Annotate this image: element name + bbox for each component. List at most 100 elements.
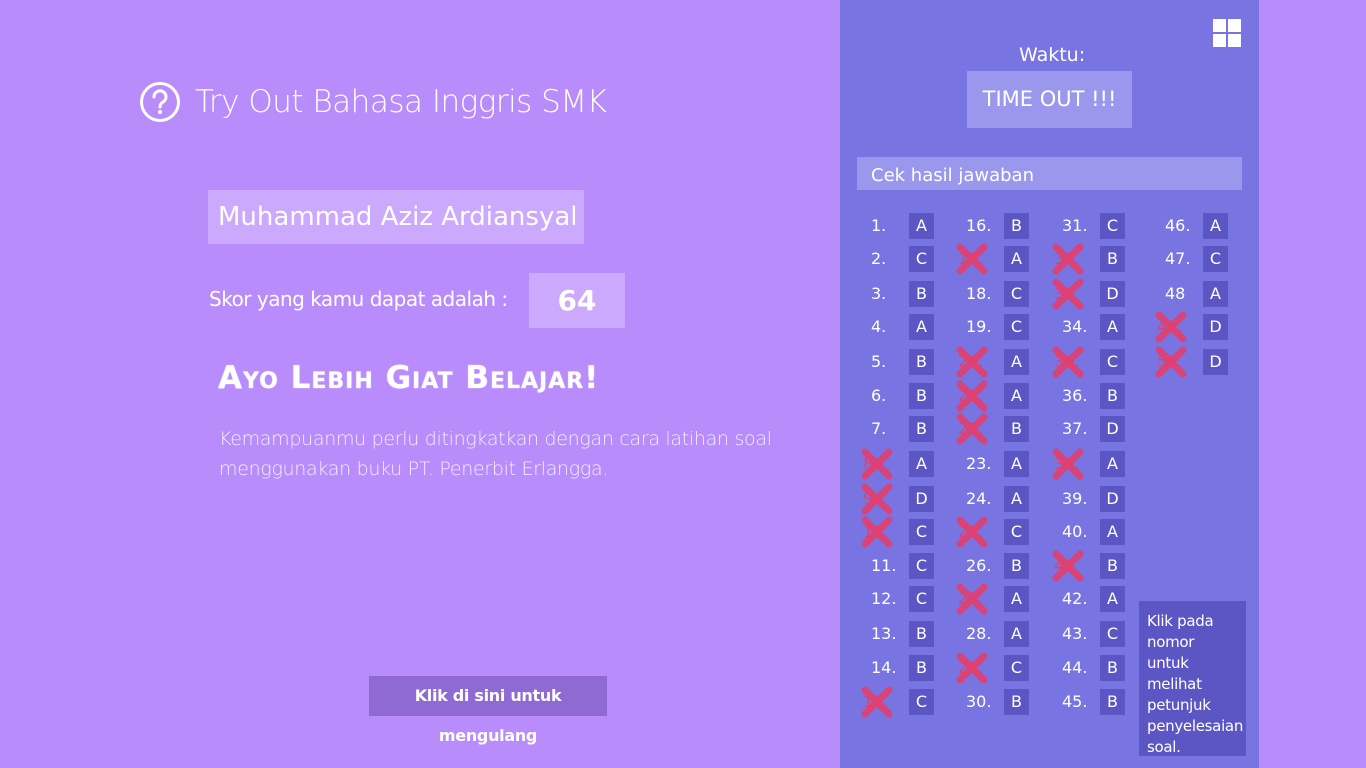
question-number[interactable]: 41. [1054, 556, 1088, 576]
question-number[interactable]: 4. [871, 317, 905, 337]
answer-letter: B [1100, 553, 1125, 579]
answer-letter: C [1100, 621, 1125, 647]
hint-box: Klik pada nomor untuk melihat petunjuk p… [1139, 601, 1246, 756]
answer-letter: B [1004, 689, 1029, 715]
question-number[interactable]: 33. [1054, 284, 1088, 304]
motivation-heading: Ayo Lebih Giat Belajar! [218, 360, 600, 396]
question-number[interactable]: 26. [966, 556, 1000, 576]
question-number[interactable]: 42. [1062, 589, 1096, 609]
question-number[interactable]: 1. [871, 216, 905, 236]
answer-letter: A [1100, 586, 1125, 612]
answer-letter: A [1203, 213, 1228, 239]
question-number[interactable]: 8. [863, 454, 897, 474]
question-number[interactable]: 31. [1062, 216, 1096, 236]
question-number[interactable]: 12. [871, 589, 905, 609]
answer-letter: B [909, 655, 934, 681]
question-number[interactable]: 50. [1157, 352, 1191, 372]
answer-letter: D [1203, 349, 1228, 375]
question-number[interactable]: 35. [1054, 352, 1088, 372]
question-number[interactable]: 39. [1062, 489, 1096, 509]
question-number[interactable]: 40. [1062, 522, 1096, 542]
answer-letter: A [1004, 486, 1029, 512]
answer-letter: C [1004, 655, 1029, 681]
answer-letter: C [909, 519, 934, 545]
answer-letter: A [1100, 314, 1125, 340]
question-number[interactable]: 18. [966, 284, 1000, 304]
question-number[interactable]: 17. [958, 249, 992, 269]
question-number[interactable]: 16. [966, 216, 1000, 236]
question-number[interactable]: 2. [871, 249, 905, 269]
question-number[interactable]: 36. [1062, 386, 1096, 406]
answer-letter: B [1100, 689, 1125, 715]
question-number[interactable]: 25. [958, 522, 992, 542]
student-name: Muhammad Aziz Ardiansyal [208, 190, 584, 244]
answer-letter: D [1203, 314, 1228, 340]
grid-menu-icon[interactable] [1213, 19, 1241, 47]
app-title: Try Out Bahasa Inggris SMK [195, 84, 607, 120]
question-number[interactable]: 19. [966, 317, 1000, 337]
answer-letter: C [909, 689, 934, 715]
answer-letter: B [909, 383, 934, 409]
answer-letter: B [1004, 213, 1029, 239]
question-number[interactable]: 3. [871, 284, 905, 304]
question-number[interactable]: 14. [871, 658, 905, 678]
answer-letter: C [1004, 281, 1029, 307]
question-number[interactable]: 21. [958, 386, 992, 406]
score-value: 64 [529, 273, 625, 328]
question-number[interactable]: 44. [1062, 658, 1096, 678]
question-number[interactable]: 30. [966, 692, 1000, 712]
answer-letter: B [1100, 655, 1125, 681]
question-number[interactable]: 22. [958, 419, 992, 439]
question-number[interactable]: 46. [1165, 216, 1199, 236]
score-label: Skor yang kamu dapat adalah : [209, 287, 508, 311]
question-number[interactable]: 32. [1054, 249, 1088, 269]
answer-letter: B [1004, 416, 1029, 442]
question-number[interactable]: 29. [958, 658, 992, 678]
question-number[interactable]: 13. [871, 624, 905, 644]
question-number[interactable]: 27. [958, 589, 992, 609]
question-number[interactable]: 5. [871, 352, 905, 372]
help-circle-icon[interactable] [139, 81, 181, 123]
question-number[interactable]: 28. [966, 624, 1000, 644]
answer-letter: A [909, 451, 934, 477]
question-number[interactable]: 9. [863, 489, 897, 509]
answer-letter: B [909, 416, 934, 442]
question-number[interactable]: 24. [966, 489, 1000, 509]
advice-text: Kemampuanmu perlu ditingkatkan dengan ca… [219, 428, 772, 480]
answer-letter: D [1100, 486, 1125, 512]
answer-letter: C [1100, 213, 1125, 239]
question-number[interactable]: 6. [871, 386, 905, 406]
question-number[interactable]: 43. [1062, 624, 1096, 644]
answer-letter: B [1100, 246, 1125, 272]
answer-letter: B [909, 621, 934, 647]
question-number[interactable]: 38. [1054, 454, 1088, 474]
answer-letter: A [1004, 621, 1029, 647]
answer-letter: A [1004, 349, 1029, 375]
question-number[interactable]: 10. [863, 522, 897, 542]
question-number[interactable]: 45. [1062, 692, 1096, 712]
question-number[interactable]: 47. [1165, 249, 1199, 269]
retry-button[interactable]: Klik di sini untuk mengulang [369, 676, 607, 745]
answer-letter: C [1004, 519, 1029, 545]
question-number[interactable]: 23. [966, 454, 1000, 474]
answer-letter: A [1004, 383, 1029, 409]
answer-letter: B [1100, 383, 1125, 409]
question-number[interactable]: 37. [1062, 419, 1096, 439]
question-number[interactable]: 48 [1165, 284, 1199, 304]
timer-value: TIME OUT !!! [967, 71, 1132, 128]
answer-letter: A [909, 213, 934, 239]
question-number[interactable]: 15. [863, 692, 897, 712]
answer-letter: D [909, 486, 934, 512]
answer-letter: A [1100, 519, 1125, 545]
question-number[interactable]: 11. [871, 556, 905, 576]
answer-letter: C [909, 553, 934, 579]
answer-letter: C [909, 586, 934, 612]
answer-letter: A [1004, 586, 1029, 612]
answer-letter: B [909, 349, 934, 375]
question-number[interactable]: 49. [1157, 317, 1191, 337]
answer-letter: A [1100, 451, 1125, 477]
question-number[interactable]: 20. [958, 352, 992, 372]
question-number[interactable]: 34. [1062, 317, 1096, 337]
question-number[interactable]: 7. [871, 419, 905, 439]
answer-letter: C [909, 246, 934, 272]
